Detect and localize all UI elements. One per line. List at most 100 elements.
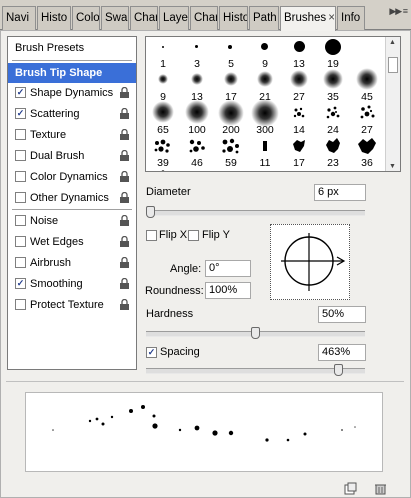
roundness-field[interactable]: 100% [205, 282, 251, 299]
lock-icon[interactable] [119, 150, 131, 162]
tab-layers[interactable]: Laye [159, 6, 189, 30]
other-dynamics-checkbox[interactable] [15, 192, 26, 203]
protect-texture-item[interactable]: Protect Texture [8, 295, 136, 315]
tab-info[interactable]: Info [337, 6, 365, 30]
lock-icon[interactable] [119, 171, 131, 183]
brush-tip-cell[interactable]: 39 [146, 136, 180, 169]
tab-character[interactable]: Char [130, 6, 158, 30]
brush-tip-cell[interactable]: 14 [282, 103, 316, 136]
brush-tip-cell[interactable]: 27 [350, 103, 384, 136]
scattering-checkbox[interactable]: ✓ [15, 108, 26, 119]
hardness-slider-handle[interactable] [251, 327, 260, 339]
tab-color[interactable]: Colo [72, 6, 100, 30]
brush-tip-cell[interactable]: 23 [316, 136, 350, 169]
brush-tip-shape-item[interactable]: Brush Tip Shape [8, 63, 136, 83]
brush-tip-cell[interactable]: 5 [214, 37, 248, 70]
brush-tip-cell[interactable]: 11 [248, 136, 282, 169]
lock-icon[interactable] [119, 236, 131, 248]
wet-edges-checkbox[interactable] [15, 236, 26, 247]
protect-texture-checkbox[interactable] [15, 299, 26, 310]
scroll-down-icon[interactable]: ▼ [389, 163, 396, 170]
flip-y-checkbox[interactable] [188, 230, 199, 241]
tab-swatches[interactable]: Swa [101, 6, 129, 30]
diameter-field[interactable]: 6 px [314, 184, 366, 201]
new-preset-icon[interactable] [344, 482, 357, 495]
brush-tip-cell[interactable]: 59 [214, 136, 248, 169]
picker-scrollbar[interactable]: ▲ ▼ [385, 37, 400, 171]
spacing-slider[interactable] [146, 368, 365, 374]
brush-tip-cell[interactable]: 100 [180, 100, 214, 136]
tab-navigator[interactable]: Navi [2, 6, 36, 30]
scattering-item[interactable]: ✓ Scattering [8, 104, 136, 124]
tab-brushes[interactable]: Brushes × [280, 6, 336, 31]
angle-crosshair-icon[interactable] [271, 225, 349, 299]
airbrush-item[interactable]: Airbrush [8, 253, 136, 273]
noise-checkbox[interactable] [15, 215, 26, 226]
brush-tip-cell[interactable]: 45 [350, 68, 384, 103]
brush-tip-cell[interactable]: 36 [350, 136, 384, 169]
scrollbar-thumb[interactable] [388, 57, 398, 73]
tab-paths[interactable]: Path [249, 6, 279, 30]
airbrush-checkbox[interactable] [15, 257, 26, 268]
brush-tip-cell[interactable]: 24 [316, 103, 350, 136]
color-dynamics-checkbox[interactable] [15, 171, 26, 182]
lock-icon[interactable] [119, 278, 131, 290]
lock-icon[interactable] [119, 87, 131, 99]
other-dynamics-item[interactable]: Other Dynamics [8, 188, 136, 208]
brush-tip-cell[interactable] [146, 169, 180, 171]
brush-tip-cell[interactable]: 1 [146, 37, 180, 70]
smoothing-checkbox[interactable]: ✓ [15, 278, 26, 289]
panel-menu-icon[interactable]: ▶▶ ≡ [389, 6, 408, 17]
tab-histogram[interactable]: Histo [37, 6, 71, 30]
lock-icon[interactable] [119, 108, 131, 120]
texture-checkbox[interactable] [15, 129, 26, 140]
wet-edges-item[interactable]: Wet Edges [8, 232, 136, 252]
brush-tip-cell[interactable]: 19 [316, 37, 350, 70]
hardness-label: Hardness [146, 308, 194, 320]
divider [12, 60, 132, 61]
brush-tip-cell[interactable]: 17 [214, 70, 248, 103]
close-icon[interactable]: × [328, 7, 335, 29]
tab-history[interactable]: Histo [219, 6, 248, 30]
brush-tip-shape [293, 107, 305, 118]
dual-brush-checkbox[interactable] [15, 150, 26, 161]
brush-tip-cell[interactable]: 9 [248, 37, 282, 70]
brush-tip-cell[interactable]: 3 [180, 37, 214, 70]
brush-tip-cell[interactable]: 65 [146, 101, 180, 136]
smoothing-item[interactable]: ✓ Smoothing [8, 274, 136, 294]
color-dynamics-item[interactable]: Color Dynamics [8, 167, 136, 187]
brush-presets-item[interactable]: Brush Presets [8, 38, 136, 58]
flip-x-checkbox[interactable] [146, 230, 157, 241]
shape-dynamics-checkbox[interactable]: ✓ [15, 87, 26, 98]
lock-icon[interactable] [119, 257, 131, 269]
brush-tip-cell[interactable]: 17 [282, 136, 316, 169]
lock-icon[interactable] [119, 192, 131, 204]
spacing-field[interactable]: 463% [318, 344, 366, 361]
trash-icon[interactable] [374, 482, 387, 495]
angle-roundness-widget[interactable] [270, 224, 350, 300]
brush-tip-cell[interactable]: 9 [146, 70, 180, 103]
shape-dynamics-item[interactable]: ✓ Shape Dynamics [8, 83, 136, 103]
brush-tip-cell[interactable]: 35 [316, 69, 350, 103]
noise-item[interactable]: Noise [8, 211, 136, 231]
diameter-slider[interactable] [146, 210, 365, 216]
spacing-checkbox[interactable]: ✓ [146, 347, 157, 358]
lock-icon[interactable] [119, 129, 131, 141]
spacing-slider-handle[interactable] [334, 364, 343, 376]
brush-tip-cell[interactable]: 27 [282, 70, 316, 103]
lock-icon[interactable] [119, 299, 131, 311]
brush-tip-cell[interactable]: 46 [180, 136, 214, 169]
brush-tip-cell[interactable]: 13 [180, 70, 214, 103]
scroll-up-icon[interactable]: ▲ [389, 39, 396, 46]
dual-brush-item[interactable]: Dual Brush [8, 146, 136, 166]
lock-icon[interactable] [119, 215, 131, 227]
brush-tip-cell[interactable]: 300 [248, 99, 282, 136]
angle-field[interactable]: 0° [205, 260, 251, 277]
tab-channels[interactable]: Char [190, 6, 218, 30]
brush-tip-cell[interactable]: 200 [214, 100, 248, 136]
diameter-slider-handle[interactable] [146, 206, 155, 218]
tab-label: Histo [223, 12, 248, 24]
texture-item[interactable]: Texture [8, 125, 136, 145]
hardness-field[interactable]: 50% [318, 306, 366, 323]
brush-tip-cell[interactable]: 13 [282, 37, 316, 70]
